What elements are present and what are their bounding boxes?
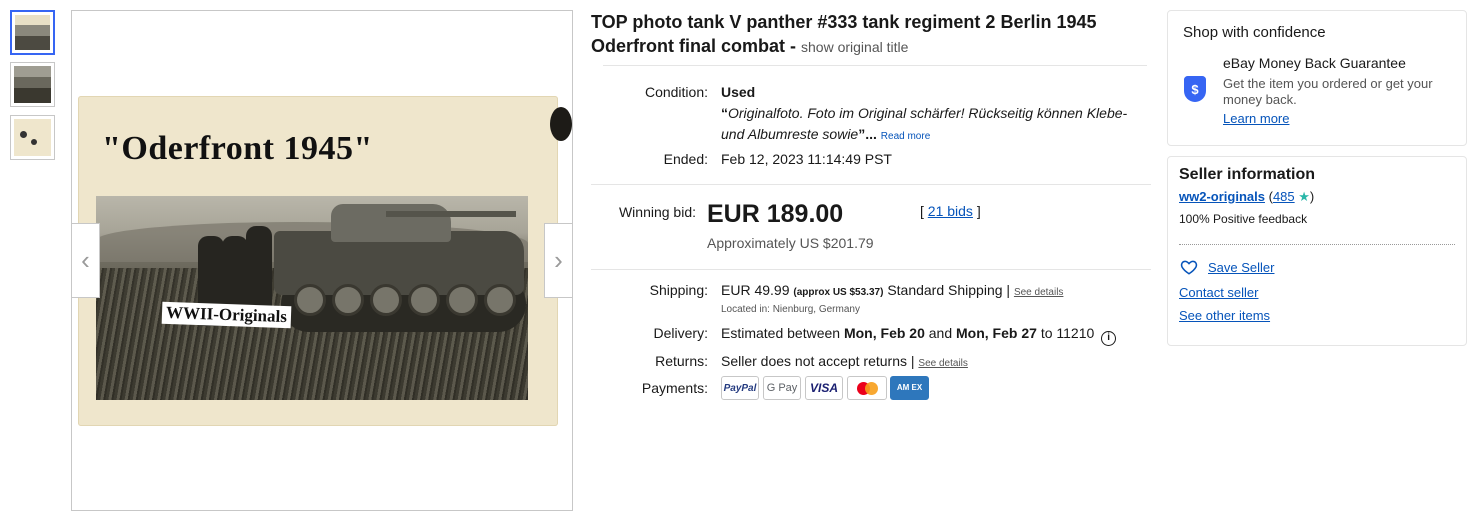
contact-seller-link[interactable]: Contact seller xyxy=(1179,285,1258,300)
amex-icon: AM EX xyxy=(890,376,929,400)
money-back-shield-icon: $ xyxy=(1184,76,1206,102)
condition-label: Condition: xyxy=(644,84,708,100)
delivery-prefix: Estimated between xyxy=(721,325,841,341)
positive-feedback: 100% Positive feedback xyxy=(1179,212,1308,226)
show-original-title-link[interactable]: show original title xyxy=(801,39,908,55)
bid-count: [ 21 bids ] xyxy=(920,203,981,219)
save-seller-link[interactable]: Save Seller xyxy=(1208,260,1274,275)
mastercard-icon xyxy=(847,376,887,400)
thumbnail-1[interactable] xyxy=(10,10,55,55)
shipping-method: Standard Shipping | xyxy=(887,282,1011,298)
delivery-and: and xyxy=(928,325,953,341)
delivery-label: Delivery: xyxy=(653,325,708,341)
quote-open: “ xyxy=(721,105,728,121)
quote-close: ”... xyxy=(858,126,877,142)
feedback-paren-close: ) xyxy=(1309,189,1315,204)
read-more-link[interactable]: Read more xyxy=(881,131,930,142)
shipping-see-details-link[interactable]: See details xyxy=(1014,287,1063,298)
listing-title: TOP photo tank V panther #333 tank regim… xyxy=(591,10,1141,59)
shipping-price: EUR 49.99 xyxy=(721,282,790,298)
ended-label: Ended: xyxy=(663,151,708,167)
item-location: Located in: Nienburg, Germany xyxy=(721,304,860,315)
info-icon[interactable]: i xyxy=(1101,331,1117,346)
approx-price: Approximately US $201.79 xyxy=(707,235,874,251)
bids-bracket-close: ] xyxy=(972,203,981,219)
prev-image-button[interactable]: ‹ xyxy=(72,223,100,298)
guarantee-title: eBay Money Back Guarantee xyxy=(1223,55,1406,71)
bids-bracket-open: [ xyxy=(920,203,928,219)
thumbnail-3[interactable] xyxy=(10,115,55,160)
returns-text: Seller does not accept returns | xyxy=(721,353,915,369)
photo-caption: "Oderfront 1945" xyxy=(102,130,373,167)
shipping-approx: (approx US $53.37) xyxy=(793,287,884,298)
returns-label: Returns: xyxy=(655,353,708,369)
thumbnail-2[interactable] xyxy=(10,62,55,107)
bids-link[interactable]: 21 bids xyxy=(928,203,973,219)
main-image[interactable]: "Oderfront 1945" WWII-Originals ‹ › xyxy=(71,10,573,511)
see-other-items-link[interactable]: See other items xyxy=(1179,308,1270,323)
chevron-left-icon: ‹ xyxy=(81,245,90,275)
seller-heading: Seller information xyxy=(1179,166,1316,183)
returns-see-details-link[interactable]: See details xyxy=(918,358,967,369)
next-image-button[interactable]: › xyxy=(544,223,572,298)
star-icon: ★ xyxy=(1298,189,1310,204)
heart-icon[interactable] xyxy=(1180,258,1198,276)
winning-bid-label: Winning bid: xyxy=(618,204,696,220)
feedback-count-link[interactable]: 485 xyxy=(1273,189,1295,204)
shipping-label: Shipping: xyxy=(649,282,708,298)
winning-bid-price: EUR 189.00 xyxy=(707,200,844,228)
delivery-to: Mon, Feb 27 xyxy=(956,325,1037,341)
ended-value: Feb 12, 2023 11:14:49 PST xyxy=(721,151,892,167)
payments-label: Payments: xyxy=(641,380,708,396)
google-pay-icon: G Pay xyxy=(763,376,801,400)
returns-value: Seller does not accept returns | See det… xyxy=(721,353,968,369)
condition-value: Used xyxy=(721,84,756,100)
delivery-value: Estimated between Mon, Feb 20 and Mon, F… xyxy=(721,325,1117,346)
listing-photo: "Oderfront 1945" WWII-Originals xyxy=(78,96,558,426)
guarantee-text: Get the item you ordered or get your mon… xyxy=(1223,76,1433,107)
delivery-zip: to 11210 xyxy=(1040,325,1095,341)
confidence-heading: Shop with confidence xyxy=(1183,24,1326,41)
paypal-icon: PayPal xyxy=(721,376,759,400)
seller-name-row: ww2-originals (485 ★) xyxy=(1179,189,1314,205)
photo-watermark-label: WWII-Originals xyxy=(161,301,292,329)
seller-name-link[interactable]: ww2-originals xyxy=(1179,189,1265,204)
chevron-right-icon: › xyxy=(554,245,563,275)
delivery-from: Mon, Feb 20 xyxy=(843,325,925,341)
learn-more-link[interactable]: Learn more xyxy=(1223,111,1289,126)
seller-divider xyxy=(1179,244,1455,245)
visa-icon: VISA xyxy=(805,376,843,400)
shipping-value: EUR 49.99 (approx US $53.37) Standard Sh… xyxy=(721,282,1063,298)
condition-description: “Originalfoto. Foto im Original schärfer… xyxy=(721,103,1141,147)
